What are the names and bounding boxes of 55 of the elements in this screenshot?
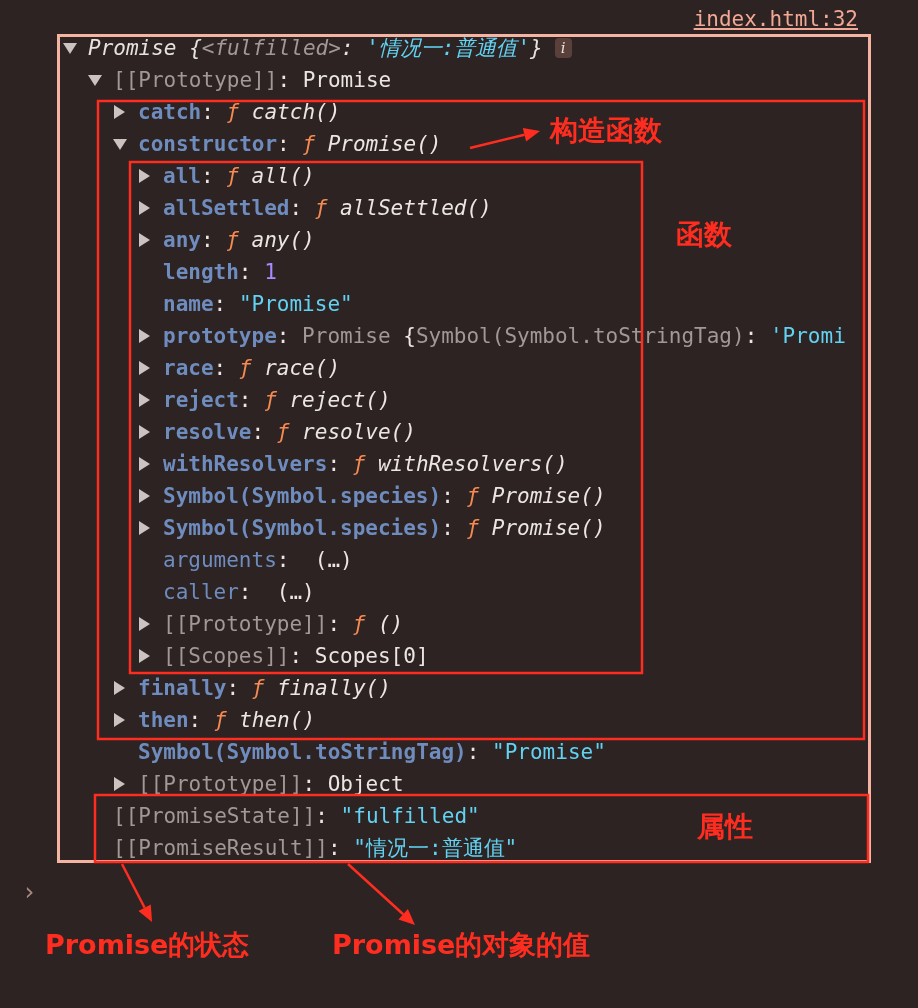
expanded-triangle-icon[interactable] (63, 42, 77, 54)
collapsed-triangle-icon[interactable] (138, 233, 150, 247)
annotation-arrow (347, 863, 415, 925)
collapsed-triangle-icon[interactable] (138, 425, 150, 439)
property-row[interactable]: race: ƒ race() (138, 352, 341, 384)
property-row[interactable]: finally: ƒ finally() (113, 672, 391, 704)
collapsed-triangle-icon[interactable] (138, 201, 150, 215)
property-row-text: caller: (…) (162, 579, 315, 606)
collapsed-triangle-icon[interactable] (138, 169, 150, 183)
annotation-arrow (469, 127, 540, 150)
expanded-triangle-icon[interactable] (88, 74, 102, 86)
property-row[interactable]: any: ƒ any() (138, 224, 315, 256)
property-row[interactable]: [[Prototype]]: ƒ () (138, 608, 404, 640)
collapsed-triangle-icon[interactable] (138, 393, 150, 407)
collapsed-triangle-icon[interactable] (113, 713, 125, 727)
property-row[interactable]: [[Scopes]]: Scopes[0] (138, 640, 429, 672)
source-link[interactable]: index.html:32 (693, 6, 858, 32)
collapsed-triangle-icon[interactable] (113, 777, 125, 791)
collapsed-triangle-icon[interactable] (113, 105, 125, 119)
property-row[interactable]: resolve: ƒ resolve() (138, 416, 416, 448)
property-row[interactable]: all: ƒ all() (138, 160, 315, 192)
collapsed-triangle-icon[interactable] (138, 457, 150, 471)
collapsed-triangle-icon[interactable] (138, 489, 150, 503)
collapsed-triangle-icon[interactable] (138, 329, 150, 343)
property-row[interactable]: withResolvers: ƒ withResolvers() (138, 448, 568, 480)
info-badge[interactable]: i (554, 38, 572, 58)
object-row[interactable]: Promise {<fulfilled>: '情况一:普通值'} i (63, 32, 572, 64)
property-row[interactable]: allSettled: ƒ allSettled() (138, 192, 492, 224)
collapsed-triangle-icon[interactable] (138, 617, 150, 631)
annotation-label: 构造函数 (550, 114, 662, 148)
property-row-text: [[PromiseState]]: "fulfilled" (112, 803, 480, 830)
property-row[interactable]: constructor: ƒ Promise() (113, 128, 442, 160)
property-row[interactable]: [[Prototype]]: Object (113, 768, 404, 800)
property-row-text: Symbol(Symbol.toStringTag): "Promise" (137, 739, 606, 766)
annotation-arrow (120, 863, 152, 922)
property-row-text: arguments: (…) (162, 547, 353, 574)
collapsed-triangle-icon[interactable] (113, 681, 125, 695)
property-row[interactable]: Symbol(Symbol.species): ƒ Promise() (138, 512, 606, 544)
property-row-text: length: 1 (162, 259, 277, 286)
annotation-label: 属性 (697, 810, 753, 844)
console-prompt: › (22, 878, 34, 906)
property-row-text: [[PromiseResult]]: "情况一:普通值" (112, 835, 518, 862)
property-row[interactable]: reject: ƒ reject() (138, 384, 391, 416)
property-row[interactable]: Symbol(Symbol.species): ƒ Promise() (138, 480, 606, 512)
expanded-triangle-icon[interactable] (113, 138, 127, 150)
collapsed-triangle-icon[interactable] (138, 521, 150, 535)
collapsed-triangle-icon[interactable] (138, 649, 150, 663)
annotation-label: 函数 (676, 218, 732, 252)
property-row[interactable]: [[Prototype]]: Promise (88, 64, 392, 96)
annotation-label: Promise的对象的值 (332, 929, 591, 962)
property-row-text: name: "Promise" (162, 291, 353, 318)
property-row[interactable]: catch: ƒ catch() (113, 96, 341, 128)
collapsed-triangle-icon[interactable] (138, 361, 150, 375)
property-row[interactable]: then: ƒ then() (113, 704, 316, 736)
annotation-label: Promise的状态 (45, 929, 250, 962)
